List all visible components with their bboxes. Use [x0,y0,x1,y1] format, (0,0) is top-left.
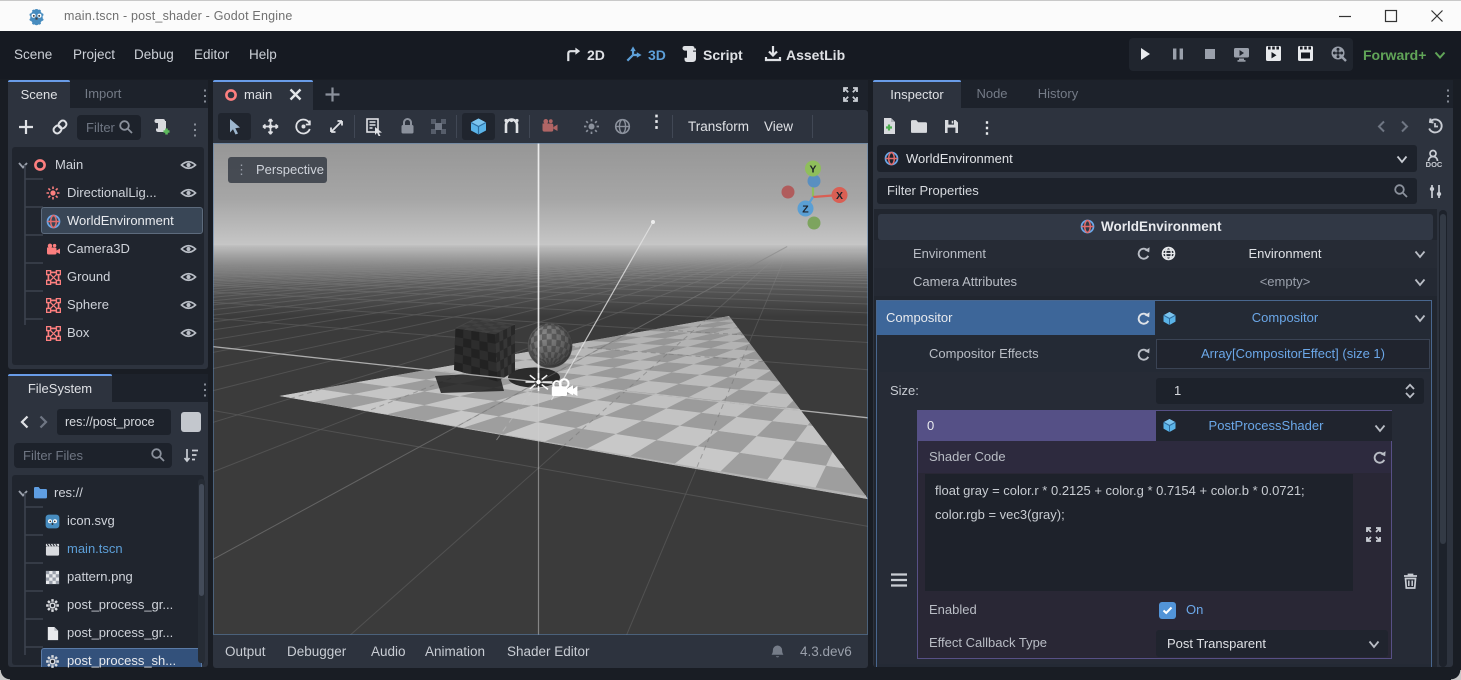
svg-text:DOC: DOC [1426,160,1443,169]
svg-text:X: X [836,190,843,202]
svg-text:Y: Y [809,164,816,176]
svg-text:Z: Z [802,204,809,216]
